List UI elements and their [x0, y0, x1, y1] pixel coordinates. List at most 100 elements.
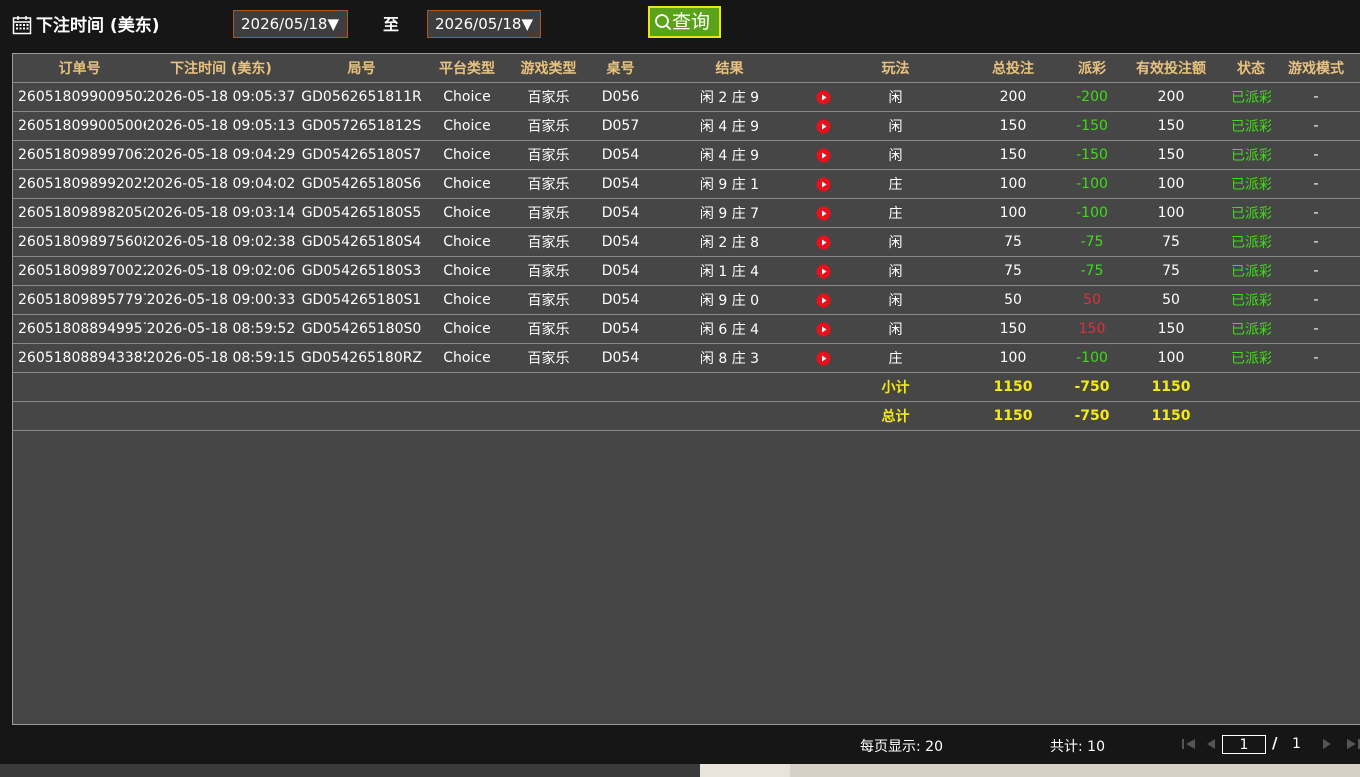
col-platform: 平台类型	[427, 54, 507, 83]
game-mode-cell: -	[1271, 285, 1360, 315]
replay-cell[interactable]	[808, 198, 838, 228]
platform-cell: Choice	[427, 198, 507, 228]
platform-cell: Choice	[427, 227, 507, 257]
query-button[interactable]: 查询	[648, 6, 721, 38]
replay-play-icon[interactable]	[816, 119, 831, 134]
payout-cell: 50	[1073, 285, 1111, 315]
filter-title: 下注时间 (美东)	[36, 16, 160, 36]
status-cell: 已派彩	[1231, 198, 1271, 228]
table-no-cell: D054	[590, 198, 651, 228]
game-type-cell: 百家乐	[507, 285, 590, 315]
table-row: 260518099005006 2026-05-18 09:05:13 GD0572…	[13, 111, 1360, 141]
valid-bet-cell: 100	[1111, 343, 1231, 373]
valid-bet-cell: 150	[1111, 111, 1231, 141]
bet-time-cell: 2026-05-18 08:59:15	[146, 343, 296, 373]
replay-play-icon[interactable]	[816, 148, 831, 163]
replay-cell[interactable]	[808, 256, 838, 286]
page-size-label: 每页显示: 20	[860, 739, 943, 755]
order-id-cell: 260518098957797	[13, 285, 146, 315]
page-number-input[interactable]	[1222, 735, 1266, 754]
platform-cell: Choice	[427, 111, 507, 141]
col-game-mode: 游戏模式	[1271, 54, 1360, 83]
table-row: 260518098992025 2026-05-18 09:04:02 GD0542…	[13, 169, 1360, 199]
date-from-picker[interactable]: 2026/05/18▼	[233, 10, 348, 38]
col-total-bet: 总投注	[953, 54, 1073, 83]
subtotal-payout: -750	[1073, 372, 1111, 402]
first-page-icon[interactable]	[1182, 738, 1196, 750]
payout-cell: -100	[1073, 169, 1111, 199]
bet-option-cell: 庄	[838, 198, 953, 228]
replay-play-icon[interactable]	[816, 293, 831, 308]
game-type-cell: 百家乐	[507, 227, 590, 257]
total-bet-cell: 150	[953, 111, 1073, 141]
next-page-icon[interactable]	[1322, 738, 1332, 750]
replay-cell[interactable]	[808, 314, 838, 344]
replay-cell[interactable]	[808, 285, 838, 315]
status-cell: 已派彩	[1231, 111, 1271, 141]
total-bet-cell: 100	[953, 169, 1073, 199]
replay-play-icon[interactable]	[816, 177, 831, 192]
result-cell: 闲 6 庄 4	[651, 314, 808, 344]
result-cell: 闲 2 庄 9	[651, 82, 808, 112]
subtotal-valid: 1150	[1111, 372, 1231, 402]
replay-cell[interactable]	[808, 343, 838, 373]
valid-bet-cell: 100	[1111, 169, 1231, 199]
payout-cell: -75	[1073, 227, 1111, 257]
table-row: 260518098957797 2026-05-18 09:00:33 GD0542…	[13, 285, 1360, 315]
col-round-id: 局号	[296, 54, 427, 83]
prev-page-icon[interactable]	[1206, 738, 1216, 750]
replay-play-icon[interactable]	[816, 264, 831, 279]
bet-records-panel: 订单号 下注时间 (美东) 局号 平台类型 游戏类型 桌号 结果 玩法 总投注 …	[12, 53, 1360, 725]
result-cell: 闲 9 庄 1	[651, 169, 808, 199]
replay-play-icon[interactable]	[816, 235, 831, 250]
replay-cell[interactable]	[808, 82, 838, 112]
valid-bet-cell: 75	[1111, 227, 1231, 257]
platform-cell: Choice	[427, 82, 507, 112]
table-no-cell: D054	[590, 140, 651, 170]
replay-play-icon[interactable]	[816, 90, 831, 105]
valid-bet-cell: 50	[1111, 285, 1231, 315]
replay-play-icon[interactable]	[816, 351, 831, 366]
total-bet-cell: 75	[953, 227, 1073, 257]
game-mode-cell: -	[1271, 256, 1360, 286]
table-header-row: 订单号 下注时间 (美东) 局号 平台类型 游戏类型 桌号 结果 玩法 总投注 …	[13, 54, 1360, 83]
platform-cell: Choice	[427, 314, 507, 344]
total-row: 总计 1150 -750 1150	[13, 401, 1360, 431]
subtotal-row: 小计 1150 -750 1150	[13, 372, 1360, 402]
calendar-icon	[12, 16, 32, 35]
game-type-cell: 百家乐	[507, 343, 590, 373]
col-valid-bet: 有效投注额	[1111, 54, 1231, 83]
replay-cell[interactable]	[808, 227, 838, 257]
payout-cell: -150	[1073, 140, 1111, 170]
result-cell: 闲 9 庄 0	[651, 285, 808, 315]
table-no-cell: D054	[590, 227, 651, 257]
bet-option-cell: 闲	[838, 111, 953, 141]
filter-bar: 下注时间 (美东) 2026/05/18▼ 至 2026/05/18▼ 查询	[0, 0, 1360, 52]
status-cell: 已派彩	[1231, 169, 1271, 199]
last-page-icon[interactable]	[1346, 738, 1360, 750]
payout-cell: -100	[1073, 198, 1111, 228]
total-bet-cell: 150	[953, 314, 1073, 344]
replay-cell[interactable]	[808, 111, 838, 141]
total-valid: 1150	[1111, 401, 1231, 431]
status-cell: 已派彩	[1231, 256, 1271, 286]
table-no-cell: D054	[590, 314, 651, 344]
bet-option-cell: 闲	[838, 285, 953, 315]
payout-cell: -75	[1073, 256, 1111, 286]
replay-play-icon[interactable]	[816, 206, 831, 221]
bet-option-cell: 闲	[838, 140, 953, 170]
order-id-cell: 260518099009502	[13, 82, 146, 112]
bet-time-cell: 2026-05-18 09:05:13	[146, 111, 296, 141]
replay-cell[interactable]	[808, 169, 838, 199]
game-type-cell: 百家乐	[507, 169, 590, 199]
game-type-cell: 百家乐	[507, 111, 590, 141]
result-cell: 闲 2 庄 8	[651, 227, 808, 257]
bet-option-cell: 闲	[838, 82, 953, 112]
replay-play-icon[interactable]	[816, 322, 831, 337]
valid-bet-cell: 100	[1111, 198, 1231, 228]
bet-time-cell: 2026-05-18 08:59:52	[146, 314, 296, 344]
bet-time-cell: 2026-05-18 09:04:02	[146, 169, 296, 199]
replay-cell[interactable]	[808, 140, 838, 170]
col-status: 状态	[1231, 54, 1271, 83]
date-to-picker[interactable]: 2026/05/18▼	[427, 10, 541, 38]
